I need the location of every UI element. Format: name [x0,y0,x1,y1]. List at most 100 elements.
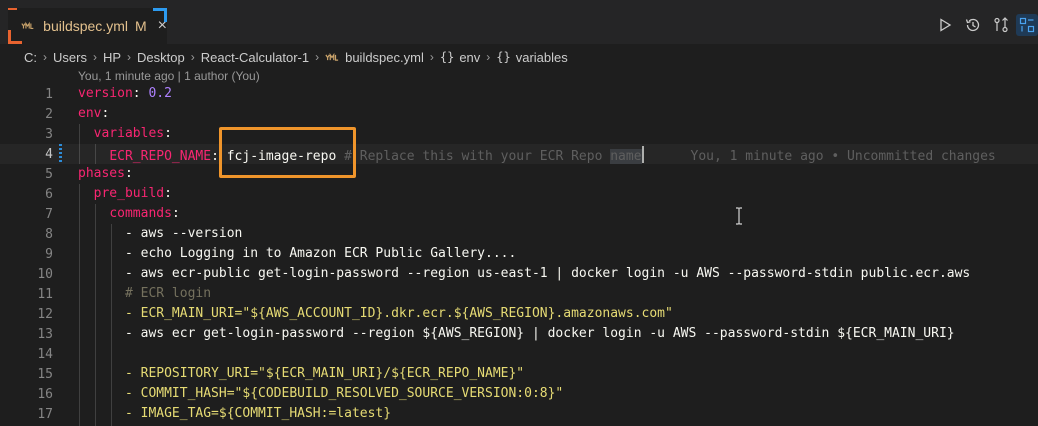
inline-blame: You, 1 minute ago • Uncommitted changes [690,149,996,164]
chevron-right-icon: › [92,50,97,64]
yaml-comment: # Replace this with your ECR Repo [344,149,611,164]
code-line-7: 7 commands: [0,204,1038,224]
tab-focus-corner-bottom-left [8,30,22,44]
line-number: 10 [37,267,53,282]
yaml-list-item: - IMAGE_TAG=${COMMIT_HASH:=latest} [124,406,392,421]
chevron-right-icon: › [315,50,320,64]
editor-actions [931,14,1038,36]
yaml-key: phases [78,166,125,181]
line-number: 9 [45,247,53,262]
yaml-key: version [78,86,133,101]
split-editor-button[interactable] [1016,14,1038,36]
run-icon [940,18,952,32]
yaml-number: 0.2 [148,86,172,101]
line-number: 17 [37,407,53,422]
code-line-6: 6 pre_build: [0,184,1038,204]
line-number: 8 [45,227,53,242]
line-number: 3 [45,127,53,142]
tab-modified-badge: M [134,18,147,34]
object-symbol-icon: {} [439,50,455,64]
yaml-comment: # ECR login [124,286,212,301]
yaml-list-item: - REPOSITORY_URI="${ECR_MAIN_URI}/${ECR_… [124,366,525,381]
line-number: 5 [45,167,53,182]
yaml-list-item: - echo Logging in to Amazon ECR Public G… [124,246,517,261]
object-symbol-icon: {} [496,50,511,64]
code-line-8: 8 - aws --version [0,224,1038,244]
code-line-16: 16 - COMMIT_HASH="${CODEBUILD_RESOLVED_S… [0,384,1038,404]
code-line-5: 5 phases: [0,164,1038,184]
yaml-colon: : [132,86,141,101]
breadcrumb-item-project[interactable]: React-Calculator-1 [201,50,309,65]
breadcrumb-item-users[interactable]: Users [53,50,87,65]
yaml-key: env [78,106,102,121]
yaml-file-icon [21,21,34,30]
chevron-right-icon: › [43,50,47,64]
line-number: 4 [45,147,53,162]
yaml-key: commands [109,206,172,221]
line-number: 16 [37,387,53,402]
line-number: 15 [37,367,53,382]
code-line-15: 15 - REPOSITORY_URI="${ECR_MAIN_URI}/${E… [0,364,1038,384]
breadcrumb-item-drive[interactable]: C: [24,50,37,65]
code-line-10: 10 - aws ecr-public get-login-password -… [0,264,1038,284]
yaml-key: variables [93,126,165,141]
text-cursor-ibeam-icon [736,207,742,225]
tab-bar: buildspec.yml M × [0,0,1038,44]
yaml-colon: : [164,186,172,201]
line-number: 14 [37,347,53,362]
compare-changes-icon [994,17,1008,33]
yaml-list-item: - COMMIT_HASH="${CODEBUILD_RESOLVED_SOUR… [124,386,564,401]
chevron-right-icon: › [486,50,491,64]
chevron-right-icon: › [190,50,195,64]
line-number: 12 [37,307,53,322]
breadcrumb-item-variables[interactable]: variables [516,50,568,65]
code-line-4: 4 ECR_REPO_NAME: fcj-image-repo # Replac… [0,144,1038,164]
yaml-key: pre_build [93,186,165,201]
selected-word: name [610,149,642,164]
git-modified-gutter[interactable] [59,144,62,164]
line-number: 1 [45,87,53,102]
timeline-icon [965,18,980,32]
annotation-highlight-box [219,127,356,178]
code-line-17: 17 - IMAGE_TAG=${COMMIT_HASH:=latest} [0,404,1038,424]
blame-codelens[interactable]: You, 1 minute ago | 1 author (You) [78,69,260,83]
yaml-colon: : [164,126,172,141]
yaml-list-item: - aws --version [124,226,243,241]
code-line-12: 12 - ECR_MAIN_URI="${AWS_ACCOUNT_ID}.dkr… [0,304,1038,324]
breadcrumb-item-hp[interactable]: HP [103,50,121,65]
breadcrumb-item-desktop[interactable]: Desktop [137,50,185,65]
yaml-list-item: - ECR_MAIN_URI="${AWS_ACCOUNT_ID}.dkr.ec… [124,306,673,321]
yaml-file-icon [325,52,339,61]
code-line-13: 13 - aws ecr get-login-password --region… [0,324,1038,344]
breadcrumb-item-file[interactable]: buildspec.yml [345,50,424,65]
tab-filename: buildspec.yml [43,18,128,34]
yaml-colon: : [211,149,219,164]
yaml-list-item: - aws ecr-public get-login-password --re… [124,266,971,281]
yaml-key: ECR_REPO_NAME [109,149,212,164]
split-editor-icon [1019,17,1035,33]
breadcrumb-item-env[interactable]: env [459,50,480,65]
line-number: 11 [37,287,53,302]
yaml-list-item: - aws ecr get-login-password --region ${… [124,326,955,341]
yaml-colon: : [124,166,133,181]
code-line-2: 2 env: [0,104,1038,124]
compare-changes-button[interactable] [987,14,1015,36]
chevron-right-icon: › [127,50,132,64]
code-line-1: 1 version: 0.2 [0,84,1038,104]
line-number: 7 [45,207,53,222]
chevron-right-icon: › [429,50,434,64]
line-number: 6 [45,187,53,202]
text-cursor [641,146,644,163]
code-editor[interactable]: 1 version: 0.2 2 env: 3 variables: 4 ECR… [0,84,1038,426]
yaml-colon: : [101,106,110,121]
tab-buildspec[interactable]: buildspec.yml M × [8,8,167,44]
timeline-button[interactable] [959,14,987,36]
line-number: 2 [45,107,53,122]
line-number: 13 [37,327,53,342]
code-line-14: 14 [0,344,1038,364]
code-line-9: 9 - echo Logging in to Amazon ECR Public… [0,244,1038,264]
tab-focus-corner-top-right [153,8,167,22]
tab-active-indicator [8,8,17,10]
yaml-colon: : [171,206,180,221]
run-button[interactable] [931,14,959,36]
